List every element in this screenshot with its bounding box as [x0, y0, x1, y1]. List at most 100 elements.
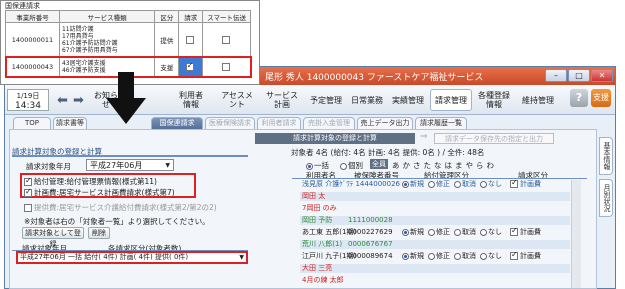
kyufu-checkbox[interactable]	[24, 176, 32, 186]
user-number: 0000676767	[348, 240, 393, 248]
menu-item-results[interactable]: 実績管理	[389, 89, 427, 111]
plan-checkbox-row[interactable]: 計画費:居宅サービス計画費請求(様式第7)	[24, 187, 175, 198]
tab-user-billing[interactable]: 利用者請求	[257, 117, 301, 129]
forward-arrow-icon[interactable]: ➡	[73, 93, 84, 108]
user-row[interactable]: 岡田 予防 1111000028	[300, 216, 570, 225]
delete-button[interactable]: 削除	[88, 227, 110, 239]
user-row[interactable]: 4月の練 太郎	[300, 276, 570, 285]
menu-item-schedule[interactable]: 予定管理	[307, 89, 345, 111]
kyufu-radio[interactable]	[480, 228, 487, 236]
user-number: 0000227629	[348, 228, 393, 236]
kyufu-option[interactable]: なし	[480, 228, 502, 237]
kyufu-checkbox-row[interactable]: 給付管理:給付管理票情報(様式第11)	[24, 176, 157, 187]
kyufu-option[interactable]: 修正	[428, 252, 450, 261]
zoom-service: 17用具貸与	[61, 32, 94, 40]
kana-all-button[interactable]: 全員	[370, 159, 388, 169]
kyufu-radio[interactable]	[428, 180, 435, 188]
tab-receivable[interactable]: 売掛入金管理	[303, 117, 355, 129]
menu-item-registry[interactable]: 各種登録情報	[475, 89, 513, 111]
plan-option[interactable]: 計画費	[510, 226, 541, 237]
seikyu-checkbox[interactable]	[185, 35, 194, 44]
kyufu-radio[interactable]	[402, 252, 409, 260]
plan-option[interactable]: 計画費	[510, 178, 541, 189]
zoom-th-seikyu: 請求	[178, 10, 204, 23]
user-row[interactable]: 大田 三亮	[300, 264, 570, 273]
radio-indiv[interactable]	[340, 162, 347, 170]
minimize-icon[interactable]: –	[545, 69, 567, 82]
tab-top[interactable]: TOP	[13, 117, 51, 129]
user-row[interactable]: 浅見原 介護ｹﾞﾜﾃ 1444000026 新規 修正 取消 なし 計画費	[300, 178, 570, 189]
zoom-service: 11訪問介護	[61, 25, 94, 33]
support-button[interactable]: 支援	[591, 89, 611, 107]
zoom-service: 61介護予防訪問介護	[61, 39, 118, 47]
plan-checkbox[interactable]	[24, 187, 32, 197]
back-arrow-icon[interactable]: ⬅	[57, 93, 68, 108]
kyufu-option-label: 修正	[436, 180, 450, 188]
kyufu-option[interactable]: 新規	[402, 228, 424, 237]
kyufu-radio[interactable]	[480, 180, 487, 188]
seikyu-checkbox[interactable]	[185, 61, 194, 71]
scrollbar[interactable]	[571, 180, 581, 288]
user-name: 岡田 太	[302, 192, 326, 200]
radio-indiv-label: 個別	[348, 161, 363, 170]
user-row[interactable]: 7岡田 のみ	[300, 204, 570, 213]
kyufu-option[interactable]: なし	[480, 180, 502, 189]
kyufu-radio[interactable]	[402, 180, 409, 188]
output-step[interactable]: 請求データ保存先の指定と出力	[434, 133, 554, 144]
kyufu-option[interactable]: 修正	[428, 228, 450, 237]
plan-row-checkbox[interactable]	[510, 178, 518, 188]
plan-option[interactable]: 計画費	[510, 250, 541, 261]
kyufu-option[interactable]: 修正	[428, 180, 450, 189]
tab-sales-export[interactable]: 売上データ出力	[357, 117, 413, 129]
kyufu-radio[interactable]	[428, 228, 435, 236]
menu-item-assessment[interactable]: アセスメント	[219, 89, 255, 111]
kyufu-option[interactable]: 取消	[454, 252, 476, 261]
tab-kokuho[interactable]: 国保連請求	[151, 117, 203, 129]
user-name: 浅見原 介護ｹﾞﾜﾃ 1444000026	[302, 180, 400, 188]
tab-invoice[interactable]: 請求書等	[53, 117, 87, 129]
plan-row-checkbox[interactable]	[510, 226, 518, 236]
target-list-row[interactable]: 平成27年06月 一括 給付( 4件) 計画( 4件) 提供( 0件) ▼	[16, 251, 248, 264]
kyufu-label: 給付管理:給付管理票情報(様式第11)	[34, 177, 157, 186]
help-button[interactable]: ?	[570, 89, 588, 107]
menu-item-daily[interactable]: 日常業務	[348, 89, 386, 111]
provision-checkbox-row[interactable]: 提供費:居宅サービス介護給付費請求(様式第2/第2の2)	[24, 202, 217, 213]
maximize-icon[interactable]: □	[568, 69, 590, 82]
menu-item-service-plan[interactable]: サービス計画	[265, 89, 299, 111]
menu-item-maintenance[interactable]: 維持管理	[517, 89, 559, 111]
side-tab-basic[interactable]: 基本情報	[599, 137, 613, 175]
kyufu-radio[interactable]	[454, 228, 461, 236]
kyufu-option[interactable]: なし	[480, 252, 502, 261]
kyufu-radio[interactable]	[454, 252, 461, 260]
zoom-seikyu-cell	[178, 56, 204, 77]
provision-checkbox[interactable]	[24, 204, 32, 212]
menu-item-billing[interactable]: 請求管理	[430, 89, 472, 111]
kyufu-radio[interactable]	[402, 228, 409, 236]
user-row[interactable]: 岡田 太	[300, 192, 570, 201]
kyufu-radio[interactable]	[428, 252, 435, 260]
user-row[interactable]: 荒川 八郎(1) 0000676767	[300, 240, 570, 249]
kyufu-option[interactable]: 新規	[402, 180, 424, 189]
menu-item-user-info[interactable]: 利用者情報	[177, 89, 205, 111]
tab-medical[interactable]: 医療保険請求	[205, 117, 255, 129]
radio-all[interactable]	[306, 162, 313, 170]
kyufu-option[interactable]: 新規	[402, 252, 424, 261]
content-panel: 請求計算対象の登録と計算 ⇒ 請求データ保存先の指定と出力 請求計算対象の登録と…	[9, 129, 597, 289]
kyufu-option[interactable]: 取消	[454, 228, 476, 237]
note-text: ※対象者は右の「対象者一覧」より選択してください。	[24, 217, 210, 226]
user-row[interactable]: あ工東 五郎(1期)0000227629新規修正取消なし計画費	[300, 226, 570, 237]
register-button[interactable]: 請求対象として登録	[22, 227, 84, 248]
chevron-down-icon: ▼	[239, 254, 244, 261]
close-icon[interactable]: ✕	[591, 69, 613, 82]
user-row[interactable]: 江戸川 九子(1期)0000089674新規修正取消なし計画費	[300, 250, 570, 261]
kyufu-radio[interactable]	[454, 180, 461, 188]
list-rule-right	[292, 178, 587, 179]
kyufu-option[interactable]: 取消	[454, 180, 476, 189]
tab-history[interactable]: 請求履歴一覧	[415, 117, 467, 129]
kyufu-radio[interactable]	[480, 252, 487, 260]
side-tab-monthly[interactable]: 月別状況	[599, 179, 613, 217]
target-month-select[interactable]: 平成27年06月 ▼	[86, 159, 174, 171]
smart-checkbox[interactable]	[221, 62, 230, 71]
plan-row-checkbox[interactable]	[510, 250, 518, 260]
smart-checkbox[interactable]	[221, 35, 230, 44]
